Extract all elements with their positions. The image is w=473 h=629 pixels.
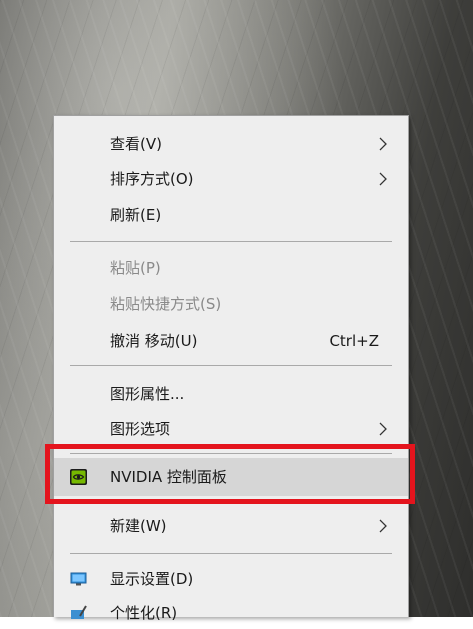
menu-separator	[70, 453, 392, 454]
menu-item-personalize[interactable]: 个性化(R)	[54, 597, 408, 629]
shortcut-text: Ctrl+Z	[329, 332, 379, 350]
chevron-right-icon	[379, 422, 387, 436]
menu-item-label: 图形选项	[110, 420, 171, 438]
menu-item-label: 图形属性...	[110, 385, 185, 403]
menu-separator	[70, 553, 392, 554]
menu-item-refresh[interactable]: 刷新(E)	[54, 199, 408, 231]
menu-item-paste-shortcut: 粘贴快捷方式(S)	[54, 288, 408, 320]
menu-item-label: 粘贴快捷方式(S)	[110, 295, 222, 313]
menu-item-label: 查看(V)	[110, 135, 162, 153]
menu-item-label: 排序方式(O)	[110, 170, 194, 188]
menu-item-label: 粘贴(P)	[110, 259, 161, 277]
nvidia-logo-icon	[70, 469, 87, 485]
desktop-context-menu: 查看(V) 排序方式(O) 刷新(E) 粘贴(P) 粘贴快捷方式(S) 撤消 移…	[53, 115, 409, 622]
menu-separator	[70, 241, 392, 242]
menu-item-graphics-properties[interactable]: 图形属性...	[54, 378, 408, 410]
menu-item-view[interactable]: 查看(V)	[54, 128, 408, 160]
monitor-icon	[70, 572, 87, 586]
menu-item-undo-move[interactable]: 撤消 移动(U) Ctrl+Z	[54, 325, 408, 357]
menu-item-label: 显示设置(D)	[110, 570, 194, 588]
menu-item-paste: 粘贴(P)	[54, 252, 408, 284]
menu-item-sort[interactable]: 排序方式(O)	[54, 163, 408, 195]
chevron-right-icon	[379, 519, 387, 533]
menu-item-label: 撤消 移动(U)	[110, 332, 198, 350]
menu-item-graphics-options[interactable]: 图形选项	[54, 413, 408, 445]
menu-item-nvidia-control-panel[interactable]: NVIDIA 控制面板	[54, 458, 408, 496]
menu-item-display-settings[interactable]: 显示设置(D)	[54, 563, 408, 595]
menu-item-label: 个性化(R)	[110, 604, 178, 622]
chevron-right-icon	[379, 172, 387, 186]
menu-item-label: 新建(W)	[110, 517, 167, 535]
menu-item-new[interactable]: 新建(W)	[54, 510, 408, 542]
menu-item-label: NVIDIA 控制面板	[110, 468, 227, 486]
menu-item-label: 刷新(E)	[110, 206, 162, 224]
chevron-right-icon	[379, 137, 387, 151]
menu-separator	[70, 365, 392, 366]
personalize-icon	[71, 605, 87, 619]
